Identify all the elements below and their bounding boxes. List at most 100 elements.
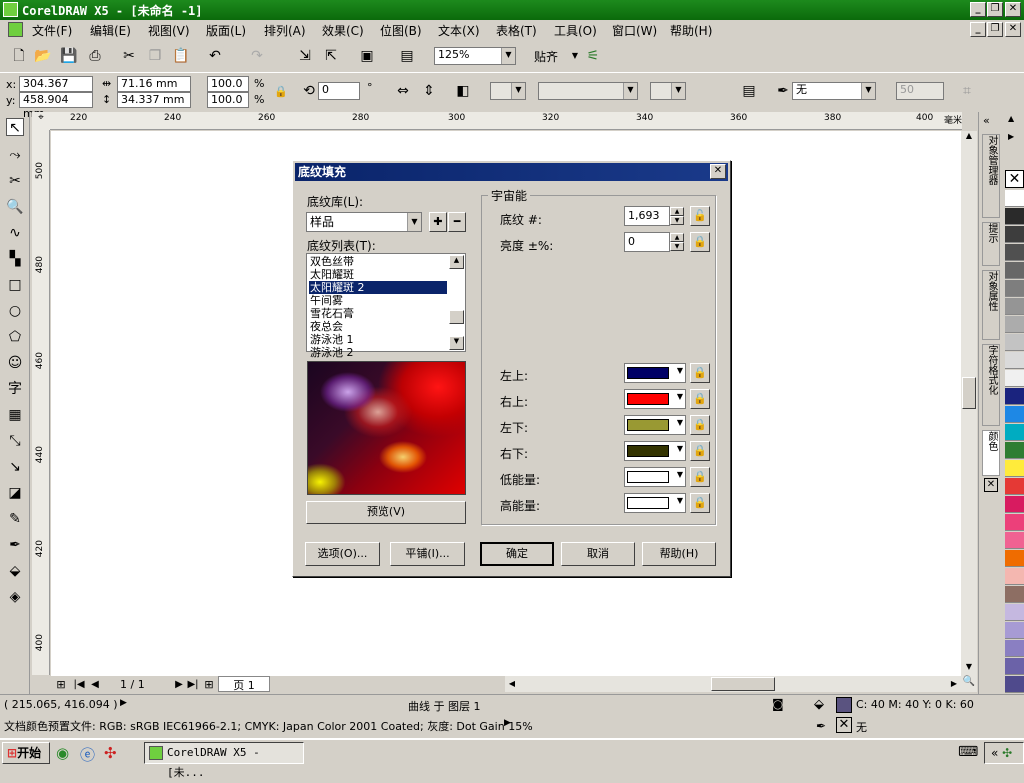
docker-tab-object-manager[interactable]: 对象管理器 xyxy=(982,134,1000,218)
palette-swatch[interactable] xyxy=(1005,622,1024,639)
palette-swatch[interactable] xyxy=(1005,298,1024,315)
profile-expand-icon[interactable]: ▶ xyxy=(504,718,511,728)
crop-tool-icon[interactable]: ✂ xyxy=(6,172,24,190)
texture-number-field[interactable]: 1,693 xyxy=(624,206,670,226)
snapshot-icon[interactable]: ◙ xyxy=(772,697,784,711)
palette-swatch[interactable] xyxy=(1005,586,1024,603)
texture-list-item[interactable]: 午间雾 xyxy=(309,294,447,307)
tray-expand-button[interactable]: « ✣ xyxy=(984,742,1024,764)
outline-none-swatch[interactable]: ✕ xyxy=(836,717,852,733)
fill-color-swatch[interactable] xyxy=(836,697,852,713)
mirror-horizontal-icon[interactable]: ⇔ xyxy=(394,82,412,100)
width-field[interactable]: 71.16 mm xyxy=(117,76,191,92)
arrange-icon[interactable]: ◧ xyxy=(454,82,472,100)
texture-list-item[interactable]: 游泳池 1 xyxy=(309,333,447,346)
undo-icon[interactable]: ↶ xyxy=(206,47,224,65)
vertical-ruler[interactable]: 500 480 460 440 420 400 xyxy=(32,130,50,675)
scroll-up-button[interactable]: ▲ xyxy=(961,131,977,145)
mirror-vertical-icon[interactable]: ⇕ xyxy=(420,82,438,100)
texture-list[interactable]: ▲ ▼ 双色丝带 太阳耀斑 太阳耀斑 2 午间雾 雪花石膏 夜总会 游泳池 1 游泳池 2 xyxy=(306,253,466,359)
menu-text[interactable]: 文本(X) xyxy=(438,22,480,39)
add-page-icon[interactable]: ⊞ xyxy=(52,676,70,694)
palette-swatch[interactable] xyxy=(1005,352,1024,369)
menu-window[interactable]: 窗口(W) xyxy=(612,22,657,39)
menu-file[interactable]: 文件(F) xyxy=(32,22,72,39)
menu-arrange[interactable]: 排列(A) xyxy=(264,22,306,39)
palette-swatch[interactable] xyxy=(1005,496,1024,513)
interactive-fill-icon[interactable]: ◈ xyxy=(6,588,24,606)
palette-swatch[interactable] xyxy=(1005,640,1024,657)
menu-table[interactable]: 表格(T) xyxy=(496,22,537,39)
palette-swatch[interactable] xyxy=(1005,604,1024,621)
eyedropper-tool-icon[interactable]: ✎ xyxy=(6,510,24,528)
list-scroll-thumb[interactable] xyxy=(449,310,464,324)
y-position-field[interactable]: 458.904 mm xyxy=(19,92,93,120)
options-button[interactable]: 选项(O)... xyxy=(305,542,380,566)
rotation-field[interactable]: 0 xyxy=(318,82,360,100)
texture-library-select[interactable]: 样品 ▼ xyxy=(306,212,422,232)
scroll-thumb[interactable] xyxy=(962,377,976,409)
quicklaunch-chrome-icon[interactable]: ◉ xyxy=(56,744,69,762)
brightness-field[interactable]: 0 xyxy=(624,232,670,252)
lock-icon[interactable]: 🔒 xyxy=(690,415,710,435)
palette-swatch[interactable] xyxy=(1005,262,1024,279)
scroll-down-button[interactable]: ▼ xyxy=(961,662,977,676)
palette-swatch[interactable] xyxy=(1005,676,1024,693)
lock-icon[interactable]: 🔒 xyxy=(690,493,710,513)
menu-effects[interactable]: 效果(C) xyxy=(322,22,364,39)
palette-swatch[interactable] xyxy=(1005,478,1024,495)
add-library-button[interactable]: ✚ xyxy=(429,212,447,232)
palette-swatch[interactable] xyxy=(1005,280,1024,297)
basic-shapes-icon[interactable]: ☺ xyxy=(6,354,24,372)
tray-keyboard-icon[interactable]: ⌨ xyxy=(958,744,978,760)
height-field[interactable]: 34.337 mm xyxy=(117,92,191,108)
menu-help[interactable]: 帮助(H) xyxy=(670,22,712,39)
palette-scroll-up-icon[interactable]: ▲ xyxy=(1008,114,1014,123)
docker-tab-color[interactable]: 颜色 xyxy=(982,430,1000,476)
color-picker-button[interactable]: ▼ xyxy=(624,441,686,461)
texture-list-item[interactable]: 太阳耀斑 xyxy=(309,268,447,281)
shape-combo-3[interactable]: ▼ xyxy=(650,82,686,100)
docker-tab-character[interactable]: 字符格式化 xyxy=(982,344,1000,426)
save-icon[interactable]: 💾 xyxy=(60,47,78,65)
lock-icon[interactable]: 🔒 xyxy=(690,363,710,383)
texture-number-spinner[interactable]: ▲ ▼ xyxy=(670,207,684,225)
snap-dropdown-icon[interactable]: ▼ xyxy=(566,47,584,65)
print-icon[interactable]: ⎙ xyxy=(86,47,104,65)
outline-width-combo[interactable]: 无 ▼ xyxy=(792,82,876,100)
ruler-corner[interactable]: ⌖ xyxy=(32,112,50,130)
palette-swatch[interactable] xyxy=(1005,658,1024,675)
list-scroll-down-button[interactable]: ▼ xyxy=(449,336,464,350)
shape-combo-1[interactable]: ▼ xyxy=(490,82,526,100)
smart-fill-icon[interactable]: ▚ xyxy=(6,250,24,268)
texture-list-item[interactable]: 雪花石膏 xyxy=(309,307,447,320)
docker-close-icon[interactable]: ✕ xyxy=(984,478,998,492)
palette-swatch[interactable] xyxy=(1005,226,1024,243)
palette-swatch[interactable] xyxy=(1005,514,1024,531)
docker-collapse-icon[interactable]: « xyxy=(983,114,990,127)
palette-swatch[interactable] xyxy=(1005,406,1024,423)
prev-page-icon[interactable]: ◀ xyxy=(86,676,104,694)
rectangle-tool-icon[interactable]: □ xyxy=(6,276,24,294)
minimize-button[interactable]: _ xyxy=(970,2,986,17)
launcher-icon[interactable]: ▣ xyxy=(358,47,376,65)
palette-swatch[interactable] xyxy=(1005,334,1024,351)
taskbar-coreldraw-button[interactable]: CorelDRAW X5 - [未... xyxy=(144,742,304,779)
snap-to-menu[interactable]: 贴齐 xyxy=(534,48,558,65)
menu-tools[interactable]: 工具(O) xyxy=(554,22,597,39)
tile-button[interactable]: 平铺(I)... xyxy=(390,542,465,566)
zoom-tool-icon[interactable]: 🔍 xyxy=(6,198,24,216)
texture-list-item[interactable]: 游泳池 2 xyxy=(309,346,447,359)
texture-list-item[interactable]: 夜总会 xyxy=(309,320,447,333)
docker-tab-hints[interactable]: 提示 xyxy=(982,222,1000,266)
brightness-spinner[interactable]: ▲ ▼ xyxy=(670,233,684,251)
table-tool-icon[interactable]: ▦ xyxy=(6,406,24,424)
palette-menu-icon[interactable]: ▶ xyxy=(1008,132,1014,141)
zoom-nav-icon[interactable]: 🔍 xyxy=(961,676,977,692)
scale-y-field[interactable]: 100.0 xyxy=(207,92,249,108)
close-button[interactable]: ✕ xyxy=(1005,2,1021,17)
preview-button[interactable]: 预览(V) xyxy=(306,501,466,524)
lock-ratio-icon[interactable]: 🔒 xyxy=(272,83,290,101)
pick-tool-icon[interactable]: ↖ xyxy=(6,118,24,136)
copy-icon[interactable]: ❐ xyxy=(146,47,164,65)
